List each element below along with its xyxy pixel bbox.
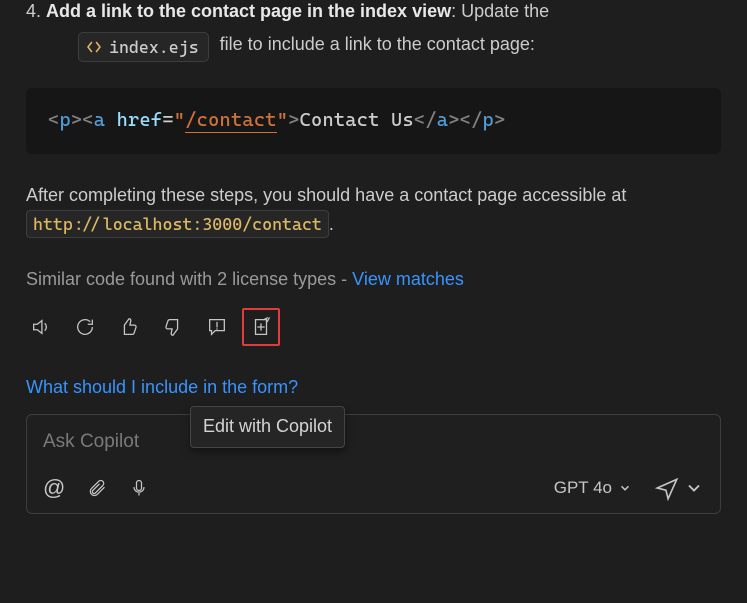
tooltip: Edit with Copilot	[190, 406, 345, 448]
license-text: Similar code found with 2 license types …	[26, 269, 352, 289]
voice-button[interactable]	[129, 478, 149, 498]
send-icon	[654, 475, 680, 501]
microphone-icon	[129, 478, 149, 498]
code-fragment: /contact	[185, 109, 276, 131]
result-paragraph: After completing these steps, you should…	[26, 182, 721, 239]
model-label: GPT 4o	[554, 475, 612, 501]
chat-input-toolbar: @ GPT 4o	[43, 471, 704, 505]
thumbs-down-button[interactable]	[158, 312, 188, 342]
code-fragment: <	[48, 109, 59, 131]
suggestion-link[interactable]: What should I include in the form?	[26, 374, 721, 402]
step-title: Add a link to the contact page in the in…	[46, 1, 451, 21]
code-fragment: ></	[448, 109, 482, 131]
model-selector[interactable]: GPT 4o	[554, 475, 632, 501]
chat-input[interactable]: Ask Copilot	[43, 427, 704, 456]
license-notice: Similar code found with 2 license types …	[26, 266, 721, 294]
code-block[interactable]: <p><a href="/contact">Contact Us</a></p>	[26, 88, 721, 153]
chevron-down-icon	[684, 478, 704, 498]
send-button[interactable]	[654, 475, 680, 501]
read-aloud-button[interactable]	[26, 312, 56, 342]
code-icon	[86, 39, 102, 55]
retry-icon	[74, 316, 96, 338]
step-number: 4.	[26, 1, 41, 21]
edit-with-copilot-button[interactable]	[246, 312, 276, 342]
step-file-line: index.ejs file to include a link to the …	[26, 26, 721, 64]
code-fragment: "	[277, 109, 288, 131]
comment-button[interactable]	[202, 312, 232, 342]
view-matches-link[interactable]: View matches	[352, 269, 464, 289]
step-tail-1: : Update the	[451, 1, 549, 21]
code-fragment: a	[437, 109, 448, 131]
para-text-1: After completing these steps, you should…	[26, 185, 626, 205]
highlight-box	[242, 308, 280, 346]
attach-button[interactable]	[87, 478, 107, 498]
step-tail-2: file to include a link to the contact pa…	[220, 34, 535, 54]
chat-input-area[interactable]: Ask Copilot @ GPT 4o	[26, 414, 721, 514]
code-fragment: >	[494, 109, 505, 131]
message-toolbar	[26, 308, 721, 346]
code-fragment: </	[414, 109, 437, 131]
send-options-button[interactable]	[684, 478, 704, 498]
send-group	[654, 475, 704, 501]
chevron-down-icon	[618, 481, 632, 495]
comment-icon	[206, 316, 228, 338]
para-text-2: .	[329, 214, 334, 234]
file-chip[interactable]: index.ejs	[78, 32, 209, 62]
thumbs-up-icon	[118, 316, 140, 338]
code-fragment: "	[174, 109, 185, 131]
code-fragment: p	[59, 109, 70, 131]
thumbs-down-icon	[162, 316, 184, 338]
code-fragment: href	[105, 109, 162, 131]
speaker-icon	[30, 316, 52, 338]
mention-button[interactable]: @	[43, 471, 65, 505]
inline-url[interactable]: http://localhost:3000/contact	[26, 210, 329, 238]
code-fragment: Contact Us	[300, 109, 414, 131]
thumbs-up-button[interactable]	[114, 312, 144, 342]
code-fragment: >	[288, 109, 299, 131]
code-fragment: p	[483, 109, 494, 131]
file-name: index.ejs	[109, 34, 199, 60]
code-fragment: ><	[71, 109, 94, 131]
edit-with-copilot-icon	[250, 316, 272, 338]
code-fragment: a	[94, 109, 105, 131]
code-fragment: =	[162, 109, 173, 131]
paperclip-icon	[87, 478, 107, 498]
step-header: 4. Add a link to the contact page in the…	[26, 0, 721, 26]
retry-button[interactable]	[70, 312, 100, 342]
